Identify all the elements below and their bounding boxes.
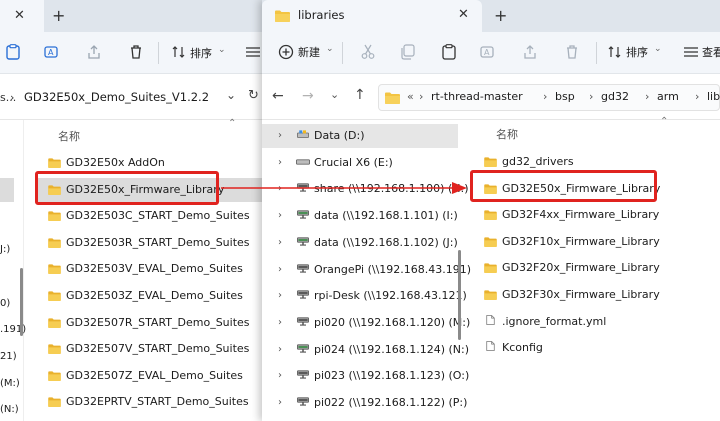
arrow-head (452, 182, 467, 194)
transfer-arrow (221, 182, 467, 194)
